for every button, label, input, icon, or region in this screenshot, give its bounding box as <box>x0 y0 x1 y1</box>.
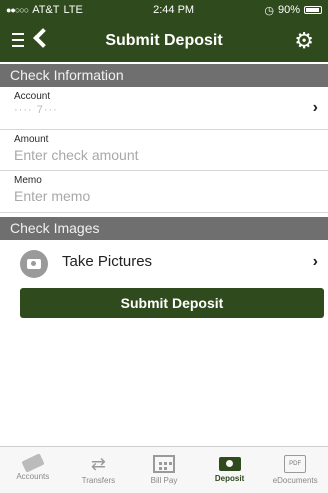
tab-bill-pay[interactable]: Bill Pay <box>131 447 197 493</box>
gear-icon[interactable]: ⚙ <box>294 28 314 54</box>
status-left: ●●○○○ AT&T LTE <box>6 4 83 16</box>
tab-label: eDocuments <box>272 476 318 485</box>
tab-label: Transfers <box>81 476 116 485</box>
chevron-right-icon: › <box>312 253 318 270</box>
submit-deposit-button[interactable]: Submit Deposit <box>20 288 324 318</box>
battery-icon <box>303 6 322 14</box>
check-information-header: Check Information <box>0 64 328 87</box>
take-pictures-label: Take Pictures <box>62 253 153 270</box>
tab-label: Bill Pay <box>150 476 178 485</box>
take-pictures-row[interactable]: Take Pictures › <box>0 246 328 280</box>
tab-label: Accounts <box>16 472 50 481</box>
status-right: ◷ 90% <box>264 4 322 17</box>
nav-bar: Submit Deposit ⚙ <box>0 20 328 62</box>
status-bar: ●●○○○ AT&T LTE 2:44 PM ◷ 90% <box>0 0 328 20</box>
battery-percent: 90% <box>277 4 300 16</box>
memo-field[interactable]: Memo Enter memo <box>0 171 328 213</box>
tab-deposit[interactable]: Deposit <box>197 447 263 493</box>
cards-icon <box>21 453 45 473</box>
check-images-header: Check Images <box>0 217 328 240</box>
camera-icon <box>218 457 241 471</box>
tab-label: Deposit <box>214 474 245 483</box>
transfer-arrows-icon: ⇄ <box>90 454 106 474</box>
signal-dots-icon: ●●○○○ <box>6 5 29 15</box>
pdf-document-icon: PDF <box>284 455 307 473</box>
memo-label: Memo <box>14 175 42 186</box>
alarm-icon: ◷ <box>264 4 274 17</box>
calendar-icon <box>152 455 175 473</box>
tab-edocuments[interactable]: PDF eDocuments <box>262 447 328 493</box>
chevron-right-icon: › <box>312 99 318 116</box>
account-value: ···· 7··· <box>14 104 58 116</box>
tab-bar: Accounts ⇄ Transfers Bill Pay Deposit PD… <box>0 446 328 493</box>
network-type: LTE <box>63 4 83 16</box>
tab-transfers[interactable]: ⇄ Transfers <box>66 447 132 493</box>
amount-label: Amount <box>14 134 49 145</box>
tab-accounts[interactable]: Accounts <box>0 447 66 493</box>
menu-icon[interactable] <box>12 33 24 51</box>
amount-input[interactable]: Enter check amount <box>14 147 328 163</box>
status-time: 2:44 PM <box>153 4 195 16</box>
memo-input[interactable]: Enter memo <box>14 188 328 204</box>
account-field[interactable]: Account ···· 7··· › <box>0 87 328 130</box>
camera-icon <box>20 250 48 278</box>
amount-field[interactable]: Amount Enter check amount <box>0 130 328 171</box>
carrier-name: AT&T <box>32 4 60 16</box>
account-label: Account <box>14 91 51 102</box>
